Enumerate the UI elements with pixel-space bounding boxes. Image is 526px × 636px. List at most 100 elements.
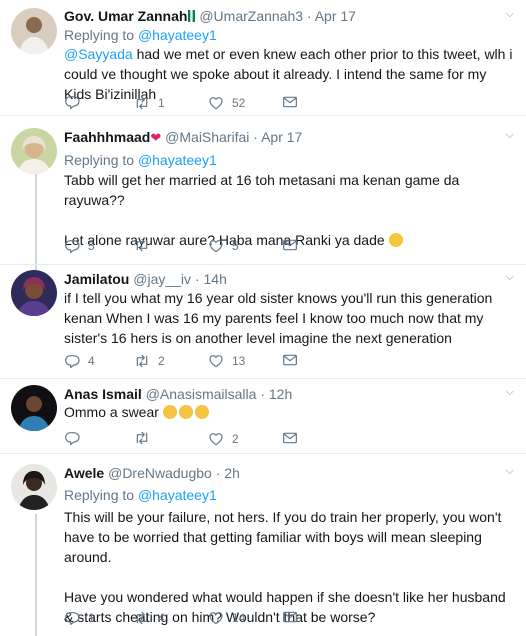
direct-message-button[interactable]	[282, 94, 298, 110]
chevron-down-icon[interactable]: ⌵	[506, 8, 514, 21]
user-handle[interactable]: @MaiSharifai	[165, 129, 249, 145]
reply-button[interactable]	[64, 430, 88, 446]
user-handle[interactable]: @DreNwadugbo	[108, 465, 212, 481]
like-button[interactable]: 13	[208, 352, 245, 370]
avatar[interactable]	[11, 128, 57, 174]
timestamp[interactable]: 2h	[224, 465, 240, 481]
display-name[interactable]: Gov. Umar Zannah	[64, 8, 187, 24]
like-button[interactable]: 52	[208, 94, 245, 112]
avatar[interactable]	[11, 464, 57, 510]
retweet-count: 2	[158, 354, 165, 368]
retweet-button[interactable]: 1	[134, 94, 165, 112]
direct-message-button[interactable]	[282, 609, 298, 625]
replying-to-link[interactable]: @hayateey1	[138, 27, 217, 43]
reply-icon	[64, 430, 80, 446]
tweet-header: Gov. Umar Zannah @UmarZannah3 · Apr 17	[64, 7, 356, 25]
like-count: 5	[232, 239, 239, 253]
tweet[interactable]: Gov. Umar Zannah @UmarZannah3 · Apr 17 ⌵…	[0, 0, 526, 116]
reply-count: 5	[88, 239, 95, 253]
heart-icon	[208, 95, 224, 111]
tears-of-joy-emoji-icon	[178, 405, 193, 419]
like-count: 2	[232, 432, 239, 446]
tears-of-joy-emoji-icon	[162, 405, 177, 419]
separator-dot: ·	[253, 129, 258, 145]
thread-line	[35, 514, 37, 636]
nigeria-flag-icon	[188, 8, 196, 22]
direct-message-button[interactable]	[282, 430, 298, 446]
display-name[interactable]: Anas Ismail	[64, 386, 142, 402]
like-button[interactable]: 14	[208, 609, 245, 627]
grinning-face-emoji-icon	[388, 233, 403, 247]
chevron-down-icon[interactable]: ⌵	[506, 386, 514, 399]
thread-line	[35, 174, 37, 264]
tweet[interactable]: Faahhhmaad❤ @MaiSharifai · Apr 17 ⌵ Repl…	[0, 116, 526, 265]
replying-to-label: Replying to	[64, 487, 135, 503]
like-count: 52	[232, 96, 246, 110]
like-count: 14	[232, 611, 246, 625]
reply-button[interactable]: 4	[64, 352, 95, 370]
retweet-button[interactable]	[134, 430, 158, 446]
like-button[interactable]: 2	[208, 430, 239, 448]
tweet-header: Jamilatou @jay__iv · 14h	[64, 270, 227, 288]
timestamp[interactable]: 12h	[269, 386, 292, 402]
replying-to-link[interactable]: @hayateey1	[138, 487, 217, 503]
tweet[interactable]: Awele @DreNwadugbo · 2h ⌵ Replying to @h…	[0, 454, 526, 636]
user-handle[interactable]: @Anasismailsalla	[146, 386, 257, 402]
heart-icon	[208, 238, 224, 254]
retweet-icon	[134, 610, 150, 626]
retweet-button[interactable]: 4	[134, 609, 165, 627]
retweet-icon	[134, 353, 150, 369]
retweet-icon	[134, 237, 150, 253]
direct-message-icon	[282, 237, 298, 253]
red-heart-icon: ❤	[150, 130, 162, 145]
timestamp[interactable]: Apr 17	[315, 8, 356, 24]
reply-icon	[64, 94, 80, 110]
reply-button[interactable]: 5	[64, 237, 95, 255]
tweet-header: Faahhhmaad❤ @MaiSharifai · Apr 17	[64, 128, 302, 147]
reply-button[interactable]	[64, 94, 88, 110]
replying-to-label: Replying to	[64, 152, 135, 168]
retweet-button[interactable]	[134, 237, 158, 253]
retweet-count: 4	[158, 611, 165, 625]
timestamp[interactable]: 14h	[204, 271, 227, 287]
replying-to: Replying to @hayateey1	[64, 26, 217, 44]
direct-message-icon	[282, 94, 298, 110]
direct-message-button[interactable]	[282, 237, 298, 253]
mention-link[interactable]: @Sayyada	[64, 46, 133, 62]
tweet-paragraph: This will be your failure, not hers. If …	[64, 509, 502, 565]
direct-message-icon	[282, 352, 298, 368]
replying-to-label: Replying to	[64, 27, 135, 43]
tweet[interactable]: Anas Ismail @Anasismailsalla · 12h ⌵ Omm…	[0, 379, 526, 454]
chevron-down-icon[interactable]: ⌵	[506, 129, 514, 142]
avatar[interactable]	[11, 385, 57, 431]
chevron-down-icon[interactable]: ⌵	[506, 271, 514, 284]
tweet-header: Anas Ismail @Anasismailsalla · 12h	[64, 385, 292, 403]
timestamp[interactable]: Apr 17	[261, 129, 302, 145]
like-button[interactable]: 5	[208, 237, 239, 255]
user-handle[interactable]: @jay__iv	[133, 271, 191, 287]
chevron-down-icon[interactable]: ⌵	[506, 465, 514, 478]
separator-dot: ·	[194, 271, 200, 287]
tweet-text: Ommo a swear	[64, 402, 516, 422]
tweet-body: Ommo a swear	[64, 404, 163, 420]
display-name[interactable]: Faahhhmaad	[64, 129, 150, 145]
retweet-button[interactable]: 2	[134, 352, 165, 370]
tears-of-joy-emoji-icon	[194, 405, 209, 419]
avatar[interactable]	[11, 270, 57, 316]
user-handle[interactable]: @UmarZannah3	[199, 8, 303, 24]
separator-dot: ·	[260, 386, 265, 402]
avatar[interactable]	[11, 8, 57, 54]
retweet-icon	[134, 95, 150, 111]
reply-icon	[64, 238, 80, 254]
separator-dot: ·	[306, 8, 312, 24]
display-name[interactable]: Jamilatou	[64, 271, 129, 287]
replying-to-link[interactable]: @hayateey1	[138, 152, 217, 168]
reply-button[interactable]: 1	[64, 609, 95, 627]
tweet[interactable]: Jamilatou @jay__iv · 14h ⌵ if I tell you…	[0, 265, 526, 379]
reply-icon	[64, 610, 80, 626]
reply-count: 4	[88, 354, 95, 368]
display-name[interactable]: Awele	[64, 465, 104, 481]
replying-to: Replying to @hayateey1	[64, 151, 217, 169]
direct-message-button[interactable]	[282, 352, 298, 368]
like-count: 13	[232, 354, 246, 368]
